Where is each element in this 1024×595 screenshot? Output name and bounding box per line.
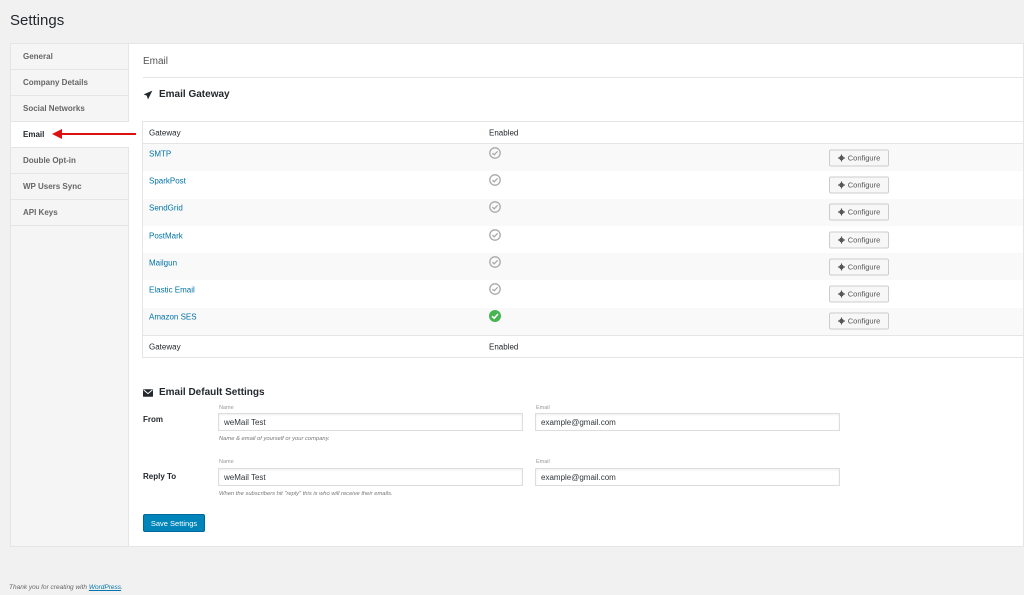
section-divider (143, 77, 1023, 78)
settings-panel: General Company Details Social Networks … (10, 43, 1024, 547)
column-header-gateway: Gateway (149, 128, 181, 137)
column-header-enabled: Enabled (489, 128, 519, 137)
reply-to-name-input[interactable] (218, 468, 523, 486)
gateway-table-footer: Gateway Enabled (143, 335, 1023, 358)
configure-button-wrap: Configure (829, 203, 889, 221)
configure-button[interactable]: Configure (829, 258, 889, 276)
gateway-name-link[interactable]: Elastic Email (149, 286, 195, 295)
configure-button[interactable]: Configure (829, 176, 889, 194)
gateway-table-header: Gateway Enabled (143, 122, 1023, 144)
configure-button-wrap: Configure (829, 231, 889, 249)
check-circle-disabled-icon[interactable] (489, 283, 501, 297)
from-name-label: Name (219, 405, 234, 411)
sidebar-item-double-opt-in[interactable]: Double Opt-in (11, 148, 128, 174)
save-settings-button[interactable]: Save Settings (143, 514, 205, 532)
configure-label: Configure (847, 153, 881, 163)
sidebar-item-wp-users-sync[interactable]: WP Users Sync (11, 174, 128, 200)
gateway-row: SendGrid Configure (143, 198, 1023, 226)
check-circle-disabled-icon[interactable] (489, 228, 501, 243)
check-circle-disabled-icon[interactable] (489, 146, 501, 161)
wordpress-link[interactable]: WordPress (89, 584, 121, 591)
configure-label: Configure (847, 289, 881, 299)
reply-to-email-label: Email (536, 459, 550, 465)
gateway-rows: SMTP Configure SparkPost Configure SendGrid C… (143, 144, 1023, 336)
gateway-row: Elastic Email Configure (143, 280, 1023, 307)
configure-button[interactable]: Configure (829, 285, 889, 303)
configure-button-wrap: Configure (829, 258, 889, 276)
check-circle-disabled-icon[interactable] (489, 174, 501, 188)
annotation-arrow (52, 129, 136, 139)
gateway-row: SMTP Configure (143, 144, 1023, 172)
reply-to-name-label: Name (219, 459, 234, 465)
from-email-label: Email (536, 405, 550, 411)
configure-button-wrap: Configure (829, 176, 889, 194)
from-label: From (143, 415, 163, 424)
configure-button-wrap: Configure (829, 149, 889, 167)
sidebar-item-company-details[interactable]: Company Details (11, 70, 128, 96)
envelope-icon (143, 388, 153, 397)
configure-label: Configure (847, 262, 881, 272)
configure-button-wrap: Configure (829, 285, 889, 303)
check-circle-disabled-icon[interactable] (489, 255, 501, 270)
page-title: Settings (10, 12, 65, 29)
gear-icon (837, 181, 845, 189)
configure-label: Configure (847, 207, 881, 217)
gateway-table: Gateway Enabled SMTP Configure SparkPost Co… (142, 121, 1023, 359)
gateway-row: Mailgun Configure (143, 253, 1023, 281)
sidebar-item-api-keys[interactable]: API Keys (11, 200, 128, 226)
gear-icon (837, 263, 845, 271)
email-gateway-heading-text: Email Gateway (159, 89, 230, 100)
configure-button-wrap: Configure (829, 312, 889, 330)
column-footer-enabled: Enabled (489, 342, 519, 352)
reply-to-email-input[interactable] (535, 468, 840, 486)
gateway-name-link[interactable]: SMTP (149, 149, 171, 158)
section-title: Email (143, 56, 169, 67)
configure-label: Configure (847, 316, 881, 326)
gateway-row: Amazon SES Configure (143, 307, 1023, 336)
settings-sidebar: General Company Details Social Networks … (11, 44, 129, 546)
footer-suffix: . (121, 584, 123, 591)
gear-icon (837, 236, 845, 244)
configure-button[interactable]: Configure (829, 231, 889, 249)
gear-icon (837, 290, 845, 298)
from-help-text: Name & email of yourself or your company… (219, 436, 330, 442)
check-circle-enabled-icon[interactable] (489, 310, 501, 324)
email-defaults-heading: Email Default Settings (143, 387, 265, 398)
check-circle-disabled-icon[interactable] (489, 201, 501, 215)
gateway-row: SparkPost Configure (143, 171, 1023, 198)
gateway-name-link[interactable]: PostMark (149, 231, 183, 240)
from-name-input[interactable] (218, 413, 523, 431)
gear-icon (837, 317, 845, 325)
footer-credit: Thank you for creating with WordPress. (9, 584, 123, 591)
configure-button[interactable]: Configure (829, 149, 889, 167)
sidebar-item-social-networks[interactable]: Social Networks (11, 96, 128, 122)
configure-label: Configure (847, 235, 881, 245)
settings-content: Email Email Gateway Gateway Enabled SMTP… (129, 44, 1023, 546)
from-email-input[interactable] (535, 413, 840, 431)
sidebar-item-general[interactable]: General (11, 44, 128, 70)
reply-to-label: Reply To (143, 472, 177, 481)
paper-plane-icon (143, 90, 153, 99)
footer-text: Thank you for creating with (9, 584, 89, 591)
reply-to-help-text: When the subscribers hit "reply" this is… (219, 491, 393, 497)
email-defaults-heading-text: Email Default Settings (159, 387, 265, 398)
gear-icon (837, 208, 845, 216)
gateway-name-link[interactable]: Amazon SES (149, 313, 197, 322)
gear-icon (837, 154, 845, 162)
gateway-row: PostMark Configure (143, 226, 1023, 253)
gateway-name-link[interactable]: SparkPost (149, 176, 186, 185)
configure-button[interactable]: Configure (829, 203, 889, 221)
gateway-name-link[interactable]: SendGrid (149, 204, 183, 213)
configure-label: Configure (847, 180, 881, 190)
email-gateway-heading: Email Gateway (143, 89, 230, 100)
gateway-name-link[interactable]: Mailgun (149, 258, 177, 267)
column-footer-gateway: Gateway (149, 342, 181, 352)
configure-button[interactable]: Configure (829, 312, 889, 330)
